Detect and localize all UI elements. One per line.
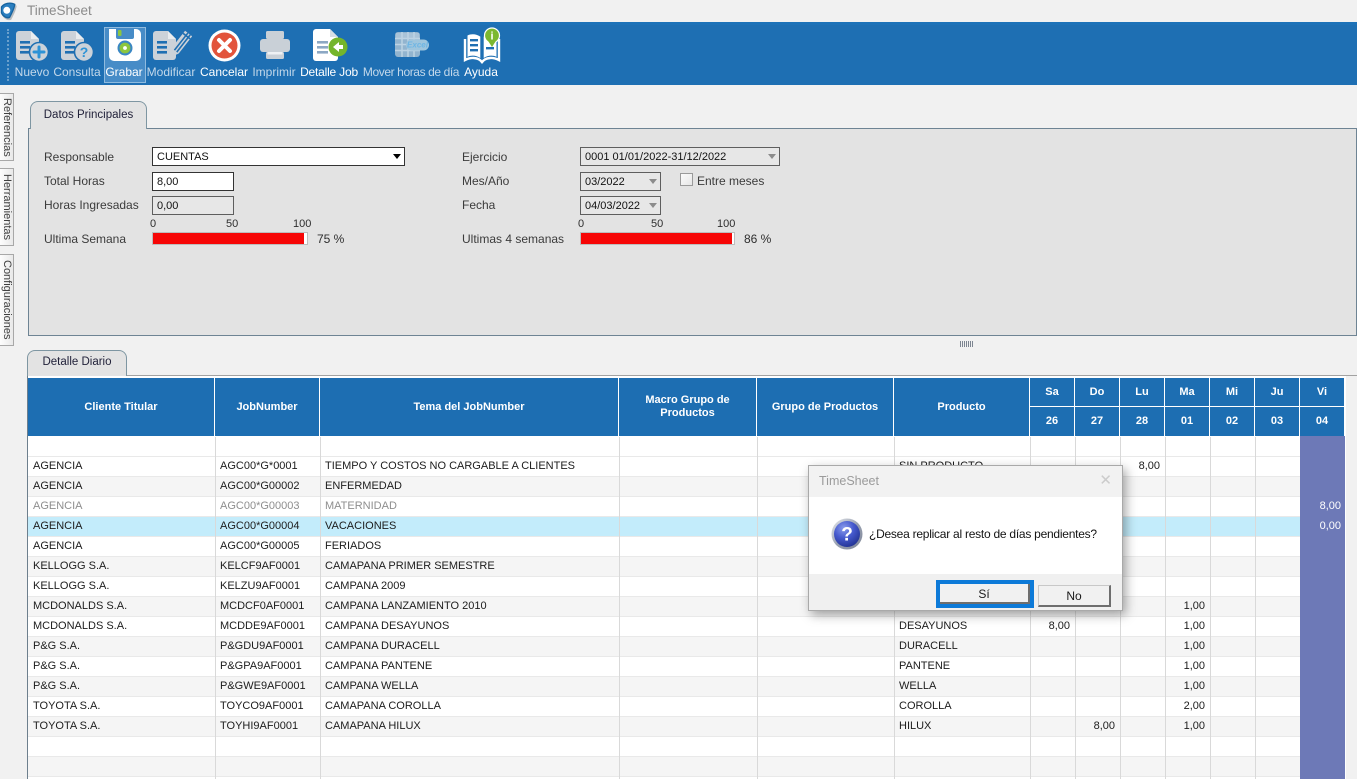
svg-text:?: ? [841,525,853,546]
svg-text:Excel: Excel [407,41,429,50]
svg-text:i: i [490,31,493,43]
svg-text:?: ? [80,44,89,60]
